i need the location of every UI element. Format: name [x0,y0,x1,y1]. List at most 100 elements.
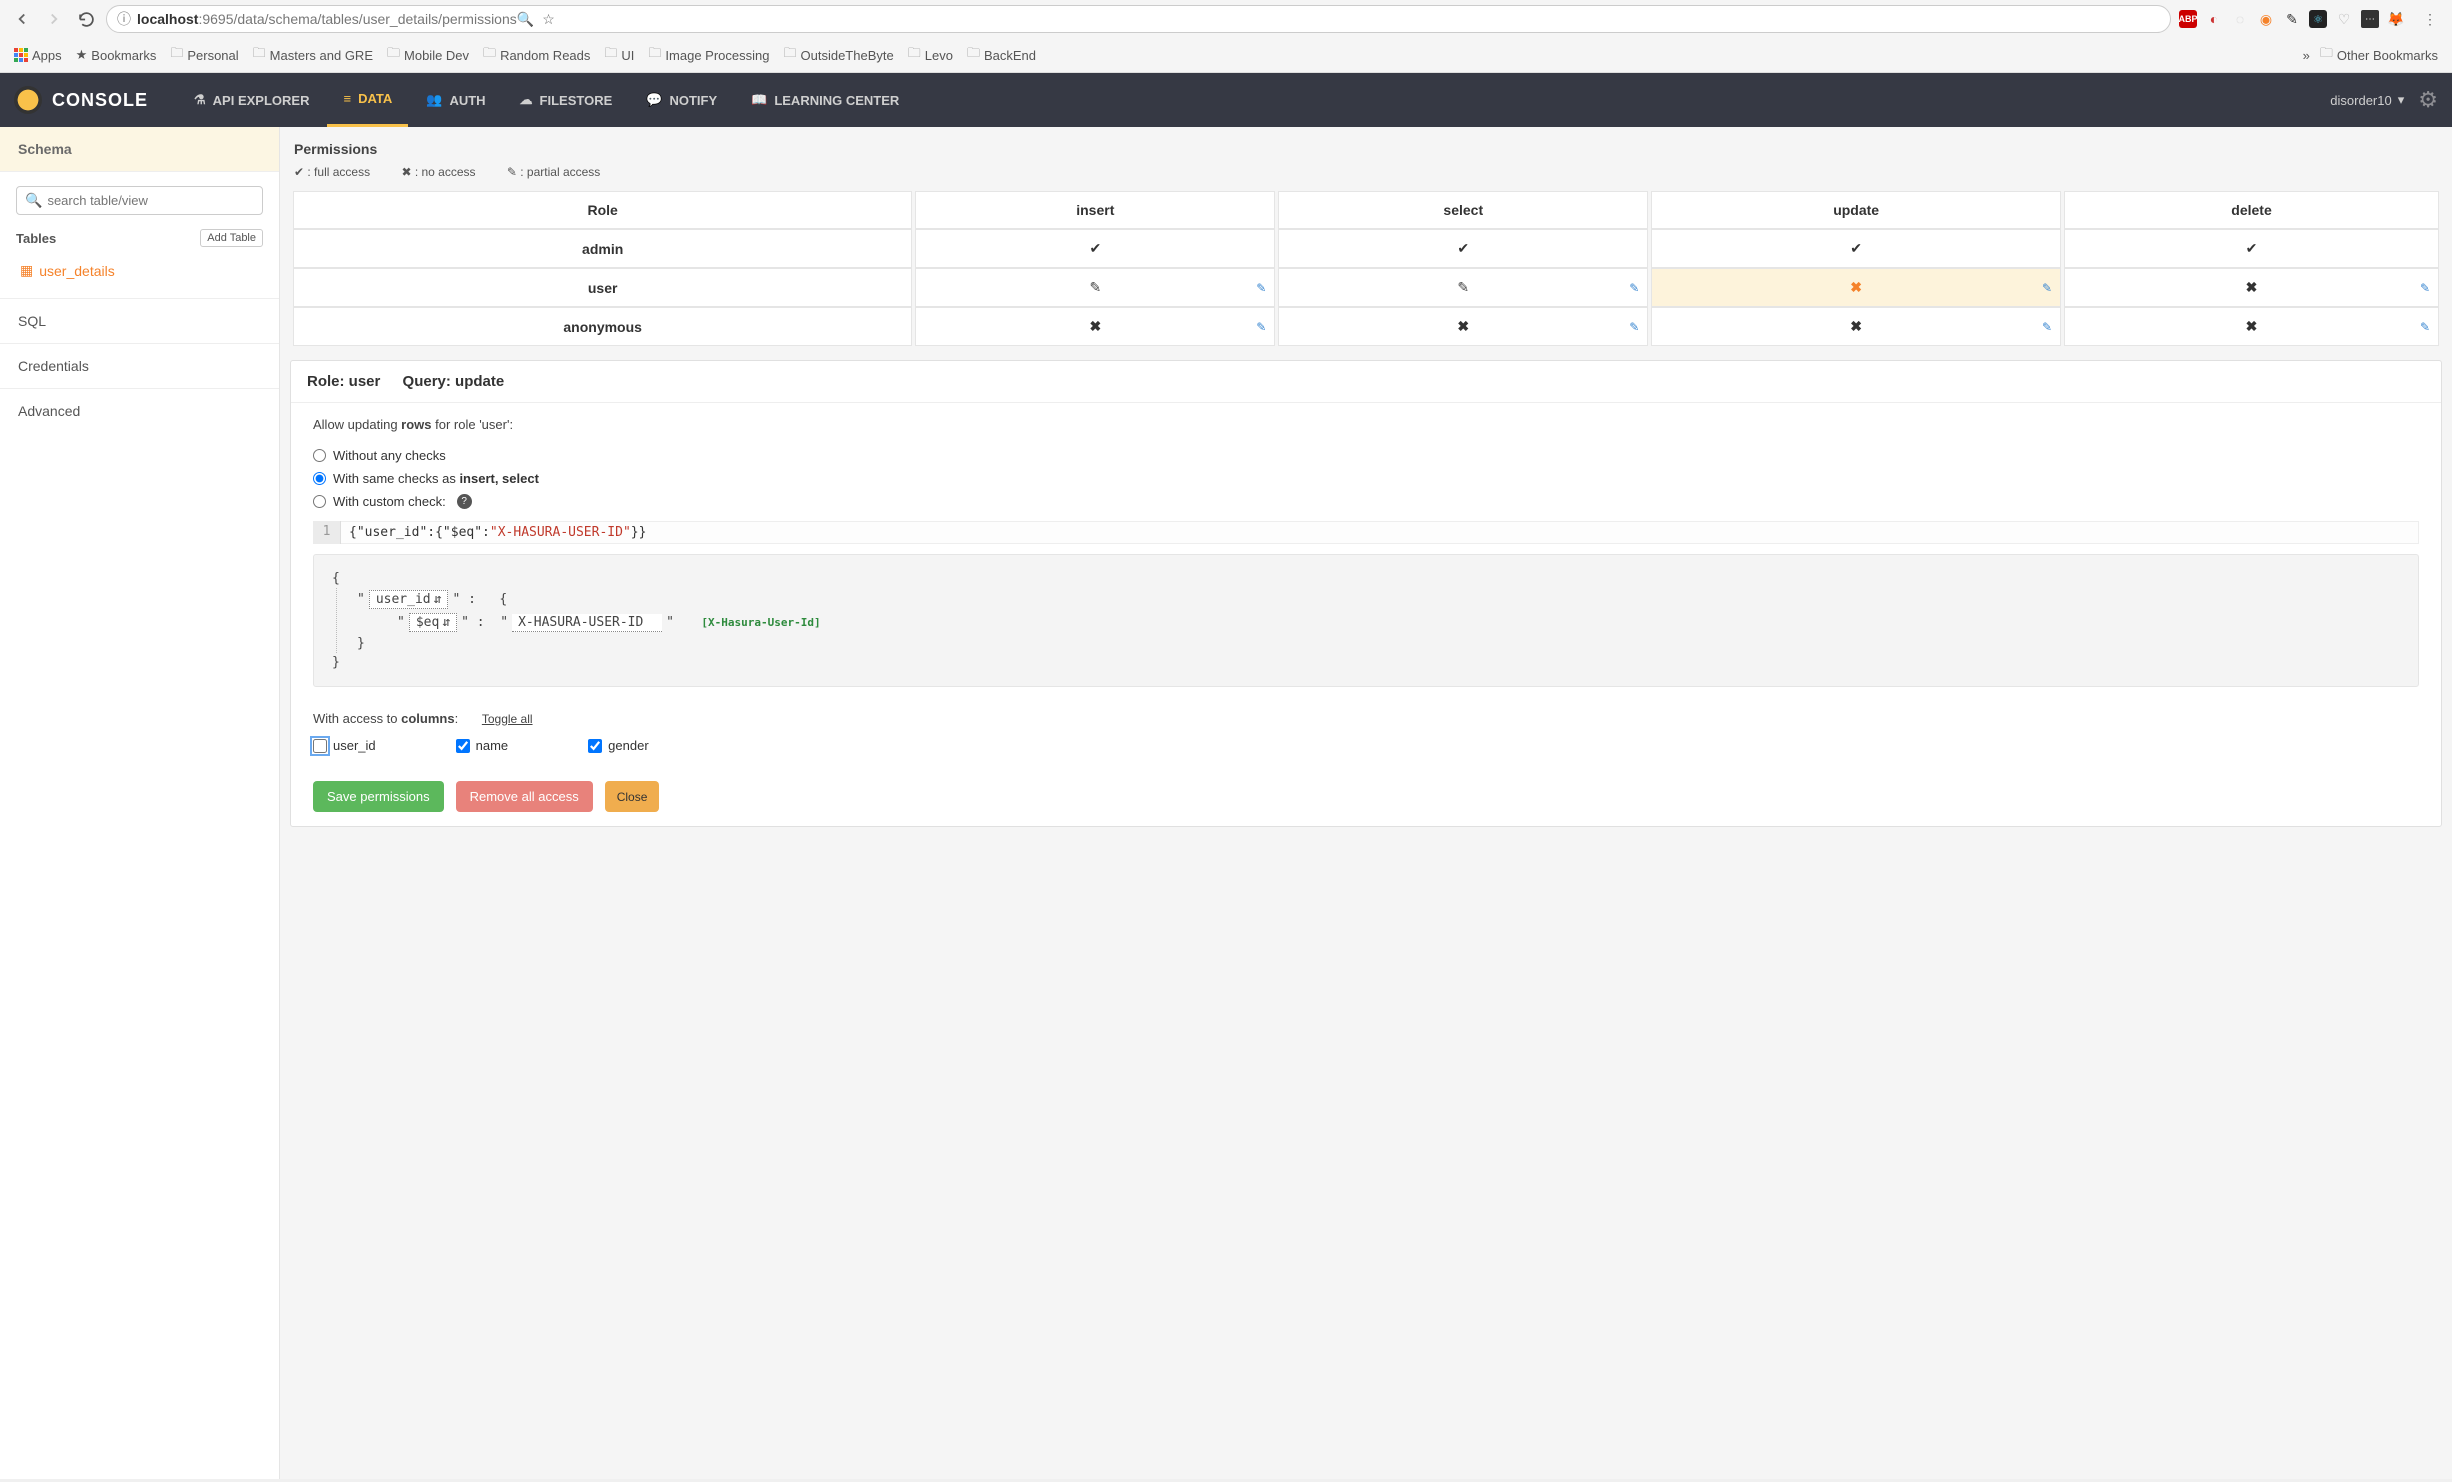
perm-cell[interactable]: ✔ [1278,229,1648,268]
perm-cell[interactable]: ✎✎ [1278,268,1648,307]
settings-gear-icon[interactable]: ⚙ [2418,87,2438,113]
bookmarks-overflow[interactable]: » [2303,48,2310,63]
bookmark-random[interactable]: 🗀Random Reads [479,42,594,68]
checkbox[interactable] [456,739,470,753]
close-button[interactable]: Close [605,781,660,812]
edit-pencil-icon[interactable]: ✎ [1629,281,1639,295]
top-nav: CONSOLE ⚗API EXPLORER ≡DATA 👥AUTH ☁FILES… [0,73,2452,127]
ext-icon-orange[interactable]: ◉ [2257,10,2275,28]
perm-cell[interactable]: ✖✎ [915,307,1275,346]
bookmark-bookmarks[interactable]: ★ Bookmarks [72,45,161,65]
perm-cell[interactable]: ✖✎ [1278,307,1648,346]
nav-data[interactable]: ≡DATA [327,73,408,127]
remove-all-access-button[interactable]: Remove all access [456,781,593,812]
nav-filestore[interactable]: ☁FILESTORE [504,73,629,127]
edit-pencil-icon[interactable]: ✎ [1629,320,1639,334]
perm-cell[interactable]: ✖✎ [1651,307,2061,346]
edit-icon: ✎ [1089,279,1101,295]
code-editor[interactable]: 1 {"user_id":{"$eq":"X-HASURA-USER-ID"}} [313,521,2419,544]
bookmark-outside[interactable]: 🗀OutsideTheByte [779,42,897,68]
select-arrows-icon: ⇵ [434,592,442,607]
bookmark-mobile[interactable]: 🗀Mobile Dev [383,42,473,68]
nav-auth[interactable]: 👥AUTH [410,73,501,127]
perm-cell[interactable]: ✔ [2064,229,2439,268]
brand[interactable]: CONSOLE [14,86,148,114]
ext-icon-ublock[interactable]: ◐ [2205,10,2223,28]
other-bookmarks[interactable]: 🗀Other Bookmarks [2316,42,2442,68]
sidebar-link-sql[interactable]: SQL [0,298,279,343]
radio-without-checks[interactable]: Without any checks [313,444,2419,467]
ext-icon-spinner[interactable]: ◌ [2231,10,2249,28]
sidebar-table-user-details[interactable]: ▦ user_details [16,257,263,284]
flask-icon: ⚗ [194,92,206,108]
ext-icon-fox[interactable]: 🦊 [2387,10,2405,28]
bookmark-backend[interactable]: 🗀BackEnd [963,42,1040,68]
column-checkbox-name[interactable]: name [456,738,509,753]
user-dropdown[interactable]: disorder10 ▾ [2330,92,2404,108]
nav-learning[interactable]: 📖LEARNING CENTER [735,73,915,127]
search-input[interactable] [47,193,254,208]
ext-icon-react[interactable]: ⚛ [2309,10,2327,28]
perm-cell[interactable]: ✖✎ [2064,307,2439,346]
x-icon: ✖ [1089,318,1101,334]
perm-cell[interactable]: ✖✎ [1651,268,2061,307]
sidebar-link-credentials[interactable]: Credentials [0,343,279,388]
star-icon[interactable]: ☆ [542,11,555,28]
ext-icon-bulb[interactable]: ♡ [2335,10,2353,28]
perm-cell[interactable]: ✔ [915,229,1275,268]
nav-api-explorer[interactable]: ⚗API EXPLORER [178,73,325,127]
checkbox[interactable] [588,739,602,753]
bookmark-ui[interactable]: 🗀UI [600,42,638,68]
toggle-all-link[interactable]: Toggle all [482,712,533,726]
edit-pencil-icon[interactable]: ✎ [2042,281,2052,295]
column-name: gender [608,738,648,753]
menu-button[interactable]: ⋮ [2418,7,2442,31]
column-checkbox-user_id[interactable]: user_id [313,738,376,753]
operator-select[interactable]: $eq ⇵ [409,613,457,632]
edit-pencil-icon[interactable]: ✎ [2042,320,2052,334]
folder-icon: 🗀 [387,44,400,66]
field-select[interactable]: user_id ⇵ [369,590,449,609]
bookmark-levo[interactable]: 🗀Levo [904,42,957,68]
column-checkbox-gender[interactable]: gender [588,738,648,753]
table-row: user✎✎✎✎✖✎✖✎ [293,268,2439,307]
edit-pencil-icon[interactable]: ✎ [2420,281,2430,295]
table-row: admin✔✔✔✔ [293,229,2439,268]
perm-cell[interactable]: ✖✎ [2064,268,2439,307]
ext-icon-picker[interactable]: ✎ [2283,10,2301,28]
zoom-icon[interactable]: 🔍 [517,11,534,28]
bookmark-personal[interactable]: 🗀Personal [166,42,242,68]
folder-icon: 🗀 [908,44,921,66]
folder-icon: 🗀 [170,44,183,66]
perm-cell[interactable]: ✎✎ [915,268,1275,307]
ext-icon-dark[interactable]: ⋯ [2361,10,2379,28]
bookmark-image[interactable]: 🗀Image Processing [644,42,773,68]
edit-pencil-icon[interactable]: ✎ [2420,320,2430,334]
radio-same-checks[interactable]: With same checks as insert, select [313,467,2419,490]
browser-chrome: ⓘ localhost:9695/data/schema/tables/user… [0,0,2452,73]
value-hint: [X-Hasura-User-Id] [701,616,820,629]
abp-icon[interactable]: ABP [2179,10,2197,28]
sidebar-link-advanced[interactable]: Advanced [0,388,279,433]
radio-custom-check[interactable]: With custom check: ? [313,490,2419,513]
help-icon[interactable]: ? [457,494,472,509]
value-input[interactable]: X-HASURA-USER-ID [512,614,662,632]
line-number: 1 [313,521,341,544]
edit-pencil-icon[interactable]: ✎ [1256,281,1266,295]
checkbox[interactable] [313,739,327,753]
address-bar[interactable]: ⓘ localhost:9695/data/schema/tables/user… [106,5,2171,33]
role-cell: user [293,268,912,307]
save-permissions-button[interactable]: Save permissions [313,781,444,812]
reload-button[interactable] [74,7,98,31]
perm-cell[interactable]: ✔ [1651,229,2061,268]
edit-pencil-icon[interactable]: ✎ [1256,320,1266,334]
bookmark-apps[interactable]: Apps [10,46,66,65]
nav-notify[interactable]: 💬NOTIFY [630,73,733,127]
chat-icon: 💬 [646,92,662,108]
role-cell: admin [293,229,912,268]
bookmark-masters[interactable]: 🗀Masters and GRE [249,42,377,68]
forward-button[interactable] [42,7,66,31]
add-table-button[interactable]: Add Table [200,229,263,247]
search-input-wrap[interactable]: 🔍 [16,186,263,215]
back-button[interactable] [10,7,34,31]
